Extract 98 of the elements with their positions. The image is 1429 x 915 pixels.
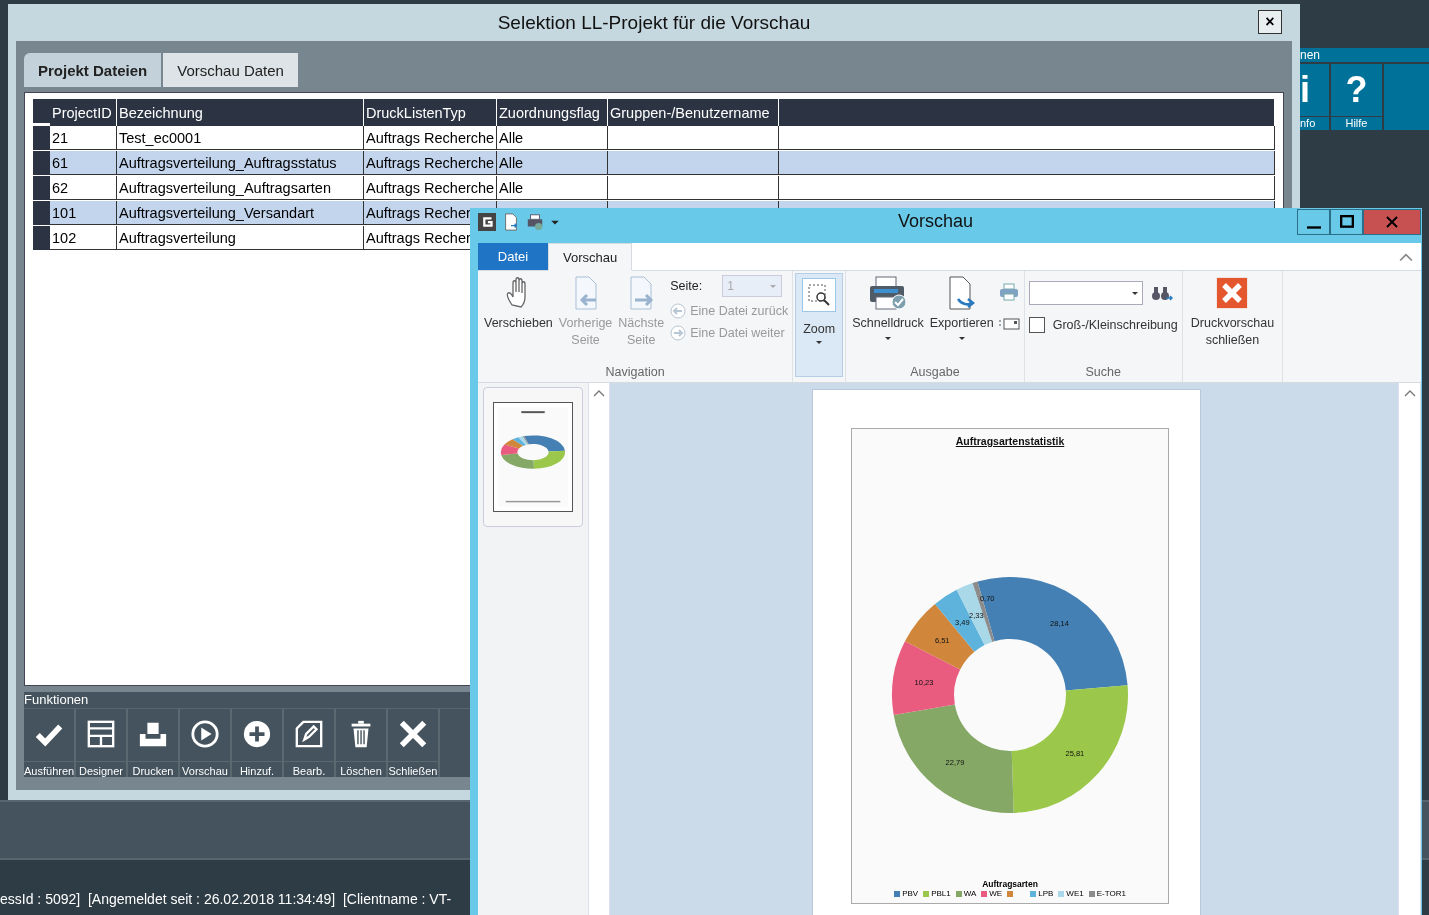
printer-icon[interactable]: [526, 212, 544, 231]
function-button[interactable]: Vorschau: [180, 709, 232, 777]
maximize-button[interactable]: [1330, 209, 1363, 235]
table-cell: Auftragsverteilung_Auftragsstatus: [117, 151, 364, 175]
group-label: Ausgabe: [910, 365, 960, 381]
tile-button[interactable]: ? Hilfe: [1331, 64, 1382, 130]
chart-title: Auftragsartenstatistik: [955, 435, 1065, 447]
row-header[interactable]: [33, 201, 50, 226]
function-button[interactable]: Ausführen: [24, 709, 76, 777]
function-button[interactable]: Drucken: [128, 709, 180, 777]
close-icon: [1216, 275, 1249, 311]
scroll-up-icon[interactable]: [593, 389, 605, 397]
tile-button[interactable]: i nfo: [1300, 64, 1329, 130]
group-label: Navigation: [605, 365, 665, 381]
legend-label: E-TOR1: [1096, 889, 1126, 898]
legend-label: WE: [989, 889, 1003, 898]
envelope-icon[interactable]: [997, 315, 1020, 333]
row-header[interactable]: [33, 126, 50, 151]
scroll-up-icon[interactable]: [1403, 389, 1416, 397]
play-icon: [190, 719, 220, 749]
column-header[interactable]: Zuordnungsflag: [497, 99, 608, 126]
window-title: Selektion LL-Projekt für die Vorschau: [497, 11, 811, 34]
tab[interactable]: Vorschau Daten: [163, 53, 298, 87]
corner-header[interactable]: [33, 99, 50, 124]
table-cell: Test_ec0001: [117, 126, 364, 150]
page-thumbnail-drawing[interactable]: [493, 402, 573, 512]
legend-label: WE1: [1066, 889, 1084, 898]
table-cell: Auftrags Recherche: [364, 151, 497, 175]
arrow-circle-icon: [670, 325, 687, 341]
document-icon[interactable]: [502, 212, 520, 231]
minimize-button[interactable]: [1297, 209, 1330, 235]
table-cell: 101: [50, 201, 117, 225]
table-cell: Alle: [497, 126, 608, 150]
table-cell: Auftragsverteilung_Auftragsarten: [117, 176, 364, 200]
close-button[interactable]: [1363, 209, 1421, 235]
caret-icon: [815, 338, 824, 346]
legend-label: LPB: [1038, 889, 1054, 898]
group-label: Suche: [1085, 365, 1121, 381]
function-button[interactable]: Löschen: [336, 709, 388, 777]
close-button[interactable]: ×: [1258, 10, 1282, 34]
ribbon-button[interactable]: Schnelldruck: [850, 271, 926, 365]
column-header[interactable]: ProjectID: [50, 99, 117, 126]
search-field[interactable]: [1028, 281, 1143, 305]
row-header[interactable]: [33, 176, 50, 201]
binoculars-icon[interactable]: [1150, 284, 1173, 302]
zoom-button[interactable]: Zoom: [795, 273, 844, 377]
table-cell: Alle: [497, 176, 608, 200]
caret-icon: [957, 334, 966, 342]
column-header[interactable]: Gruppen-/Benutzername: [608, 99, 779, 126]
caret-icon: [1130, 289, 1139, 297]
close-preview-button[interactable]: Druckvorschau schließen: [1188, 271, 1277, 349]
cross-icon: [398, 719, 428, 749]
layout-icon: [86, 719, 116, 749]
printer-icon: [867, 275, 908, 311]
function-button[interactable]: Designer: [76, 709, 128, 777]
table-cell: 62: [50, 176, 117, 200]
arrow-circle-icon: [670, 303, 687, 319]
row-header[interactable]: [33, 151, 50, 176]
table-cell: 21: [50, 126, 117, 150]
collapse-ribbon-icon[interactable]: [1399, 251, 1413, 262]
edit-icon: [294, 719, 324, 749]
table-cell: Auftrags Recherche: [364, 176, 497, 200]
table-cell: 61: [50, 151, 117, 175]
ribbon-tab[interactable]: Datei: [478, 243, 548, 270]
legend-title: Auftragsarten: [982, 879, 1038, 889]
function-button[interactable]: Schließen: [388, 709, 440, 777]
table-cell: 102: [50, 226, 117, 250]
maximize-icon: [1339, 215, 1354, 229]
table-cell: Auftrags Recherche: [364, 126, 497, 150]
zoom-icon: [802, 278, 837, 312]
column-header[interactable]: DruckListenTyp: [364, 99, 497, 126]
tab[interactable]: Projekt Dateien: [24, 53, 162, 87]
table-cell: Auftragsverteilung_Versandart: [117, 201, 364, 225]
ribbon-tab[interactable]: Vorschau: [548, 243, 633, 271]
table-cell: Alle: [497, 151, 608, 175]
row-header[interactable]: [33, 226, 50, 251]
function-button[interactable]: Hinzuf.: [232, 709, 284, 777]
legend-label: PBL1: [931, 889, 951, 898]
section-title: Funktionen: [24, 692, 89, 707]
column-header[interactable]: Bezeichnung: [117, 99, 364, 126]
status-text: essId : 5092] [Angemeldet seit : 26.02.2018 11:34:49] [Clientname : VT-: [0, 891, 452, 907]
window-title: Vorschau: [898, 211, 974, 232]
app-logo-icon: [478, 212, 496, 231]
ribbon-button[interactable]: Exportieren: [927, 271, 996, 365]
table-cell: Auftragsverteilung: [117, 226, 364, 250]
legend-label: PBV: [902, 889, 919, 898]
close-icon: [1386, 216, 1398, 228]
ribbon-button[interactable]: Verschieben: [482, 271, 555, 365]
legend-label: WA: [963, 889, 977, 898]
minimize-icon: [1306, 225, 1321, 229]
panel-title: nen: [1300, 48, 1321, 62]
plus-icon: [242, 719, 272, 749]
empty-tile[interactable]: [1384, 64, 1429, 130]
caret-icon: [769, 282, 778, 290]
function-button[interactable]: Bearb.: [284, 709, 336, 777]
case-sensitive-checkbox[interactable]: Groß-/Kleinschreibung: [1028, 317, 1178, 333]
caret-icon: [883, 334, 892, 342]
page-label: Seite:: [670, 279, 703, 293]
